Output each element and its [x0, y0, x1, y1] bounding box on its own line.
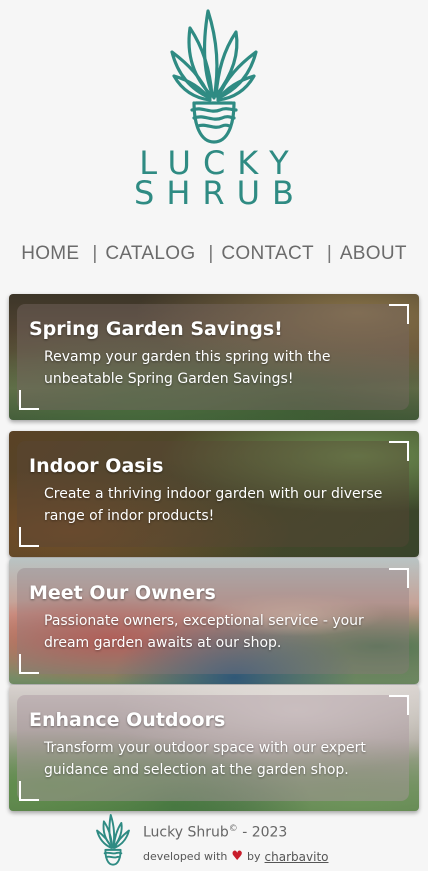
card-title: Indoor Oasis	[29, 455, 164, 477]
card-title: Meet Our Owners	[29, 582, 216, 604]
corner-frame	[389, 441, 409, 461]
promo-card-indoor-oasis[interactable]: Indoor Oasis Create a thriving indoor ga…	[9, 431, 419, 557]
site-footer: Lucky Shrub© - 2023 developed with ♥ by …	[0, 812, 428, 868]
promo-card-meet-owners[interactable]: Meet Our Owners Passionate owners, excep…	[9, 558, 419, 684]
corner-frame	[389, 695, 409, 715]
card-description: Transform your outdoor space with our ex…	[44, 740, 366, 778]
corner-frame	[389, 304, 409, 324]
nav-home[interactable]: HOME	[21, 243, 79, 265]
corner-frame	[19, 654, 39, 674]
corner-frame	[19, 527, 39, 547]
author-link[interactable]: charbavito	[265, 850, 329, 864]
promo-card-spring-savings[interactable]: Spring Garden Savings! Revamp your garde…	[9, 294, 419, 420]
card-description: Passionate owners, exceptional service -…	[44, 613, 364, 651]
brand-name: LUCKY SHRUB	[134, 147, 306, 212]
corner-frame	[19, 781, 39, 801]
corner-frame	[19, 390, 39, 410]
footer-year: - 2023	[237, 824, 288, 841]
footer-brand: Lucky Shrub	[143, 824, 229, 841]
promo-card-enhance-outdoors[interactable]: Enhance Outdoors Transform your outdoor …	[9, 685, 419, 811]
nav-separator: |	[208, 243, 214, 264]
copyright-symbol: ©	[228, 824, 238, 834]
card-description: Create a thriving indoor garden with our…	[44, 486, 383, 524]
nav-about[interactable]: ABOUT	[340, 243, 407, 265]
plant-logo-icon	[170, 9, 258, 144]
nav-separator: |	[326, 243, 332, 264]
footer-copyright: Lucky Shrub© - 2023	[143, 824, 287, 841]
card-title: Enhance Outdoors	[29, 709, 226, 731]
main-nav: HOME | CATALOG | CONTACT | ABOUT	[0, 240, 428, 268]
card-title: Spring Garden Savings!	[29, 318, 283, 340]
card-description: Revamp your garden this spring with the …	[44, 349, 331, 387]
site-logo[interactable]: LUCKY SHRUB	[0, 6, 428, 212]
brand-line-2: SHRUB	[134, 174, 306, 212]
developed-with-label: developed with	[143, 850, 228, 863]
nav-contact[interactable]: CONTACT	[221, 243, 314, 265]
footer-credit: developed with ♥ by charbavito	[143, 849, 329, 864]
nav-catalog[interactable]: CATALOG	[105, 243, 195, 265]
nav-separator: |	[92, 243, 98, 264]
footer-plant-logo-icon	[96, 813, 130, 866]
heart-icon: ♥	[231, 849, 244, 864]
by-label: by	[247, 850, 261, 863]
corner-frame	[389, 568, 409, 588]
